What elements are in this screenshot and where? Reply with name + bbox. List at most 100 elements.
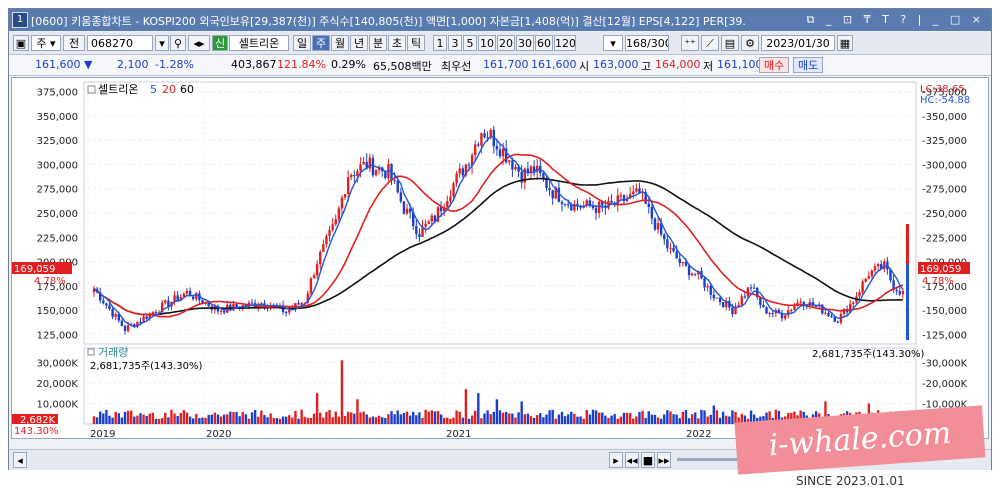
fast-forward-icon[interactable]: ▸▸ (657, 452, 671, 468)
period-button-4[interactable]: 분 (369, 35, 387, 51)
y-tick-right: -225,000 (922, 233, 967, 244)
play-icon[interactable]: ▸ (609, 452, 623, 468)
period-button-2[interactable]: 월 (331, 35, 349, 51)
interval-button-2[interactable]: 5 (463, 35, 477, 51)
chart-area[interactable]: 375,000 350,000 325,000 300,000 275,000 250,0… (11, 77, 989, 439)
volume-bar (545, 414, 548, 424)
add-indicator-icon[interactable]: ⁺⁺ (681, 35, 699, 51)
volume-bar (508, 413, 511, 424)
speaker-icon[interactable]: ◂▸ (188, 35, 210, 51)
candle-body (123, 326, 127, 332)
zoom-slider[interactable] (677, 458, 737, 461)
candle-body (597, 201, 601, 213)
candle-body (542, 173, 545, 179)
interval-button-6[interactable]: 60 (535, 35, 553, 51)
scroll-left-icon[interactable]: ◂ (13, 452, 27, 468)
volume-bar (291, 417, 294, 424)
volume-bar (399, 414, 403, 424)
volume-bar (501, 412, 505, 424)
chart-svg[interactable]: 375,000 350,000 325,000 300,000 275,000 250,0… (12, 78, 988, 438)
candle-body (647, 203, 650, 207)
candle-body (656, 223, 660, 230)
layout-icon[interactable]: ▣ (13, 35, 29, 51)
volume-bar (390, 411, 393, 424)
interval-button-3[interactable]: 10 (478, 35, 496, 51)
prefix-button[interactable]: 전 (63, 35, 85, 51)
candle-body (139, 321, 142, 323)
sell-button[interactable]: 매도 (793, 57, 824, 73)
window-controls[interactable]: ⧉ _ ⊡ ₸ T ? | _ □ × (807, 13, 985, 27)
interval-button-7[interactable]: 120 (554, 35, 576, 51)
period-button-1[interactable]: 주 (312, 35, 330, 51)
search-icon[interactable]: ⚲ (170, 35, 186, 51)
y-tick-left: 300,000 (37, 160, 78, 171)
volume-bar (365, 414, 368, 424)
volume-bar (222, 414, 226, 424)
interval-dropdown[interactable]: ▾ (603, 35, 623, 51)
candle-body (111, 309, 114, 317)
volume-bar (418, 412, 421, 424)
volume-bar (226, 414, 229, 424)
candle-body (145, 316, 148, 319)
volume-bar (439, 414, 443, 424)
volume-bar (117, 413, 120, 424)
open-price: 163,000 (593, 58, 639, 71)
count-input[interactable]: 168/300 (625, 35, 669, 51)
volume-bar (427, 411, 430, 424)
volume-bar (638, 412, 641, 424)
buy-button[interactable]: 매수 (759, 57, 790, 73)
candle-body (207, 302, 210, 307)
y-tick-left: 250,000 (37, 209, 78, 220)
window-icon: 1 (12, 12, 28, 28)
volume-bar (294, 410, 297, 424)
volume-bar (377, 415, 381, 424)
volume-bar (244, 414, 248, 424)
period-button-0[interactable]: 일 (293, 35, 311, 51)
volume-bar (470, 415, 474, 424)
save-icon[interactable]: ▤ (721, 35, 739, 51)
candle-body (768, 313, 771, 315)
candle-body (356, 171, 359, 176)
market-select[interactable]: 주 ▾ (31, 35, 61, 51)
volume-bar (306, 417, 310, 424)
stock-name[interactable]: 셀트리온 (229, 35, 289, 51)
candle-body (635, 188, 638, 192)
candle-body (164, 300, 167, 303)
volume-bar (102, 413, 105, 424)
interval-button-0[interactable]: 1 (433, 35, 447, 51)
interval-button-5[interactable]: 30 (516, 35, 534, 51)
volume-bar (712, 405, 716, 424)
volume-bar (176, 415, 179, 424)
volume-bar (331, 417, 334, 424)
stop-icon[interactable]: ■ (641, 452, 655, 468)
quote-bar: 161,600 ▼ 2,100 -1.28% 403,867 121.84% 0… (9, 55, 991, 76)
gear-icon[interactable]: ⚙ (741, 35, 759, 51)
interval-button-1[interactable]: 3 (448, 35, 462, 51)
y-tick-left: 375,000 (37, 88, 78, 99)
volume-bar (526, 413, 530, 424)
period-button-5[interactable]: 초 (388, 35, 406, 51)
date-input[interactable]: 2023/01/30 (761, 35, 835, 51)
candle-body (322, 244, 325, 252)
calendar-icon[interactable]: ▦ (837, 35, 853, 51)
dropdown-icon[interactable]: ▾ (155, 35, 169, 51)
volume-bar (164, 412, 167, 424)
watermark-text: i-whale.com (767, 415, 953, 464)
y-tick-left: 275,000 (37, 185, 78, 196)
volume-bar (504, 411, 508, 424)
volume-bar (201, 417, 204, 424)
current-price-left: 169,059 (14, 264, 55, 275)
interval-button-4[interactable]: 20 (497, 35, 515, 51)
volume-bar (446, 417, 449, 424)
candle-body (867, 276, 871, 279)
candle-body (102, 300, 105, 304)
rewind-icon[interactable]: ◂◂ (625, 452, 639, 468)
volume-bar (573, 413, 576, 424)
volume-bar (198, 418, 201, 424)
period-button-3[interactable]: 년 (350, 35, 368, 51)
stock-badge: 신 (212, 35, 228, 51)
volume-bar (588, 414, 592, 424)
line-tool-icon[interactable]: ⟋ (701, 35, 719, 51)
code-input[interactable]: 068270 (87, 35, 153, 51)
period-button-6[interactable]: 틱 (407, 35, 425, 51)
